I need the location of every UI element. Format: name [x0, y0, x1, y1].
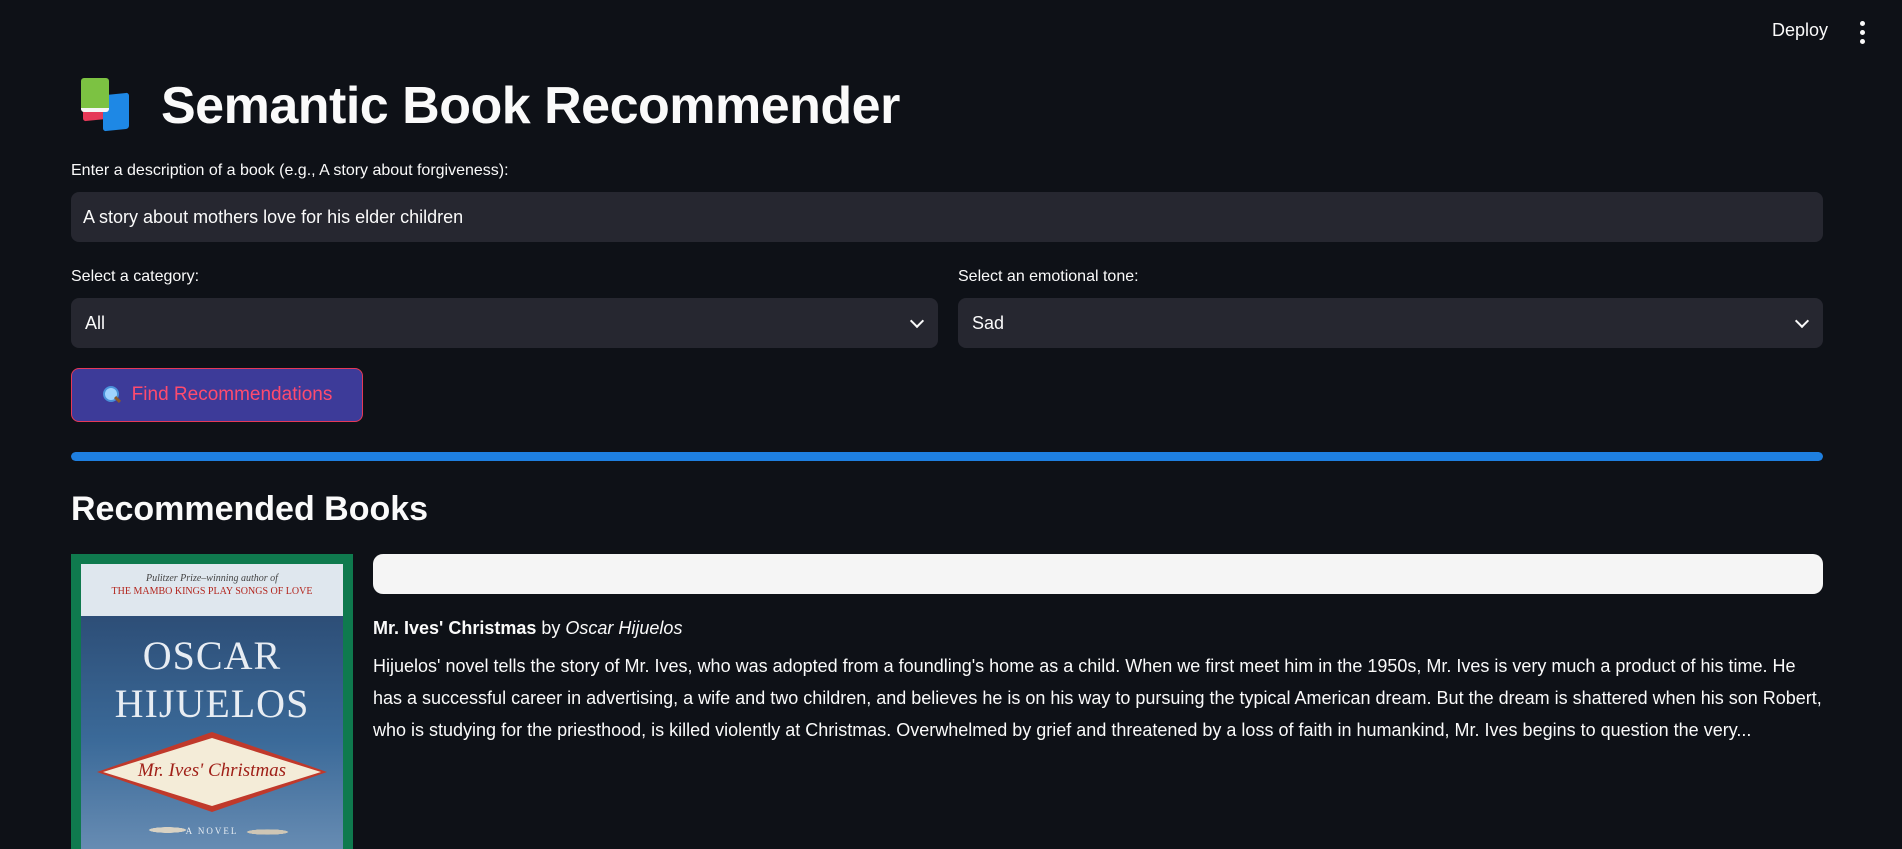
status-box [373, 554, 1823, 594]
chevron-down-icon [1795, 316, 1809, 330]
find-recommendations-button[interactable]: Find Recommendations [71, 368, 363, 422]
main-menu-icon[interactable] [1852, 20, 1872, 44]
book-author: Oscar Hijuelos [565, 618, 683, 638]
book-meta: Mr. Ives' Christmas by Oscar Hijuelos [373, 618, 682, 639]
query-label: Enter a description of a book (e.g., A s… [71, 162, 509, 179]
cover-subtitle: A NOVEL [185, 826, 239, 836]
cover-tagline-title: THE MAMBO KINGS PLAY SONGS OF LOVE [111, 586, 313, 597]
tone-label: Select an emotional tone: [958, 268, 1139, 285]
book-title: Mr. Ives' Christmas [373, 618, 537, 638]
book-cover-image: Pulitzer Prize–winning author of THE MAM… [71, 554, 353, 849]
results-heading: Recommended Books [71, 490, 429, 528]
description-input-value: A story about mothers love for his elder… [83, 206, 464, 227]
deploy-button[interactable]: Deploy [1772, 20, 1828, 41]
books-icon [81, 78, 141, 134]
page-header: Semantic Book Recommender [81, 74, 900, 138]
category-label: Select a category: [71, 268, 200, 285]
cover-tagline: Pulitzer Prize–winning author of [146, 573, 278, 584]
book-description: Hijuelos' novel tells the story of Mr. I… [373, 656, 1822, 740]
category-select[interactable]: All [71, 298, 938, 348]
tone-selected-value: Sad [972, 312, 1005, 333]
find-recommendations-label: Find Recommendations [131, 384, 333, 405]
description-input[interactable]: A story about mothers love for his elder… [71, 192, 1823, 242]
category-selected-value: All [85, 312, 106, 333]
top-toolbar: Deploy [0, 0, 1902, 64]
tone-select[interactable]: Sad [958, 298, 1823, 348]
cover-author-first: OSCAR [142, 633, 282, 678]
cover-title: Mr. Ives' Christmas [137, 760, 287, 781]
cover-author-last: HIJUELOS [114, 681, 310, 726]
chevron-down-icon [910, 316, 924, 330]
book-by: by [541, 618, 561, 638]
progress-bar [71, 452, 1823, 461]
progress-bar-fill [71, 452, 1823, 461]
magnifying-glass-icon [102, 385, 122, 405]
page-title: Semantic Book Recommender [161, 77, 900, 135]
